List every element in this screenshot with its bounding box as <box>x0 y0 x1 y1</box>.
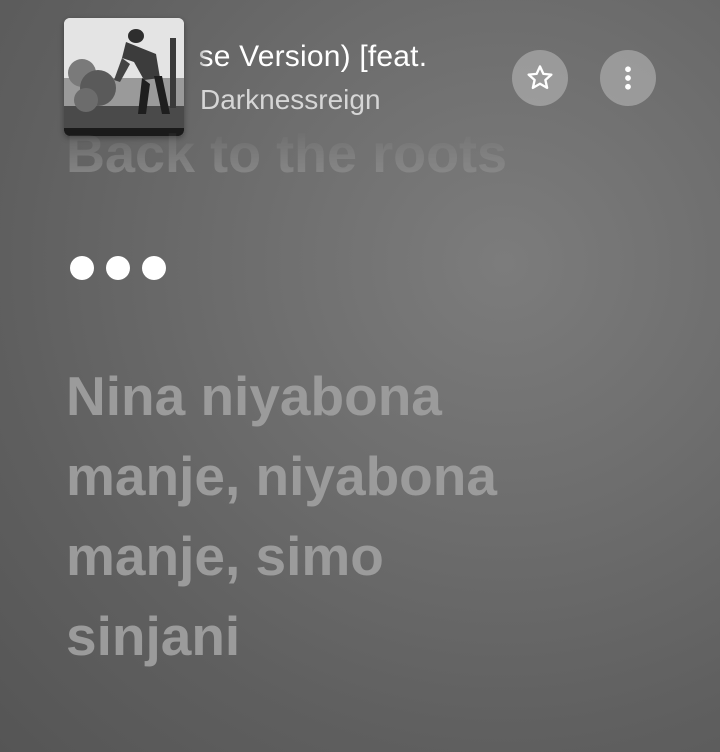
track-title: ıse Version) [feat. <box>200 40 428 73</box>
interlude-dot <box>142 256 166 280</box>
track-info[interactable]: ıse Version) [feat. Darknessreign <box>200 34 480 124</box>
favorite-button[interactable] <box>512 50 568 106</box>
interlude-dot <box>106 256 130 280</box>
lyric-line: manje, simo <box>66 525 384 587</box>
interlude-indicator <box>70 256 166 280</box>
more-vertical-icon <box>625 66 631 90</box>
lyric-line: manje, niyabona <box>66 445 497 507</box>
lyric-line: sinjani <box>66 605 241 667</box>
lyric-line: Nina niyabona <box>66 365 442 427</box>
interlude-dot <box>70 256 94 280</box>
upcoming-lyric[interactable]: Nina niyabona manje, niyabona manje, sim… <box>66 356 666 676</box>
previous-lyric-text: Back to the roots <box>66 130 508 178</box>
lyrics-screen: ıse Version) [feat. Darknessreign Back t… <box>0 0 720 752</box>
star-icon <box>527 65 553 90</box>
album-cover-photo <box>64 18 184 136</box>
album-art[interactable] <box>64 18 184 136</box>
now-playing-header: ıse Version) [feat. Darknessreign <box>0 0 720 150</box>
track-artist: Darknessreign <box>200 84 381 115</box>
more-options-button[interactable] <box>600 50 656 106</box>
previous-lyric-line[interactable]: Back to the roots <box>66 130 507 178</box>
